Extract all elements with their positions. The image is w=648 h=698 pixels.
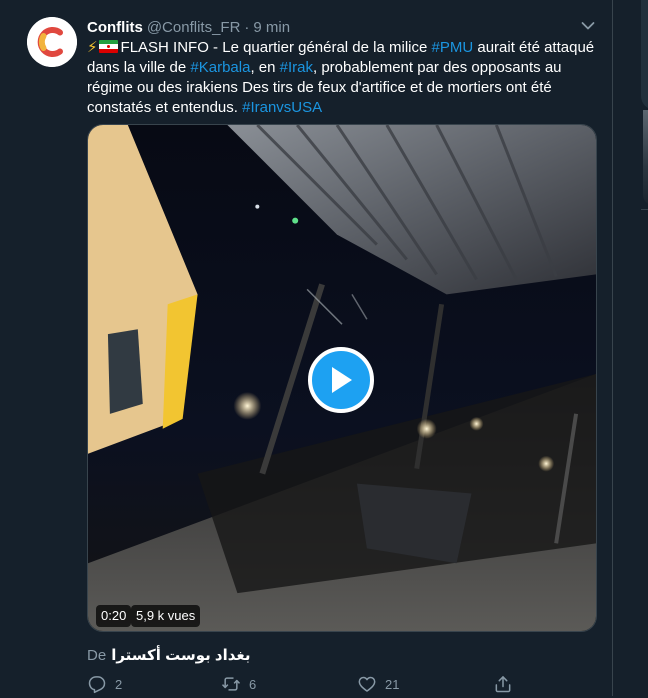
lightning-icon: ⚡ xyxy=(87,39,98,56)
like-button[interactable]: 21 xyxy=(357,674,399,694)
avatar[interactable] xyxy=(27,17,77,67)
video-views: 5,9 k vues xyxy=(131,605,201,627)
tweet-text: ⚡ FLASH INFO - Le quartier général de la … xyxy=(87,38,601,118)
author-name[interactable]: Conflits xyxy=(87,19,143,36)
hashtag-link[interactable]: #Karbala xyxy=(190,59,250,76)
tweet-timestamp[interactable]: 9 min xyxy=(253,19,290,36)
like-icon xyxy=(358,676,376,692)
tweet-header: Conflits @Conflits_FR · 9 min xyxy=(87,17,290,37)
reply-count: 2 xyxy=(115,676,123,692)
reply-button[interactable]: 2 xyxy=(87,674,122,694)
tweet-text-part: FLASH INFO - Le quartier général de la m… xyxy=(120,39,432,56)
video-duration: 0:20 xyxy=(96,605,132,627)
share-button[interactable] xyxy=(493,674,513,694)
hashtag-link[interactable]: #PMU xyxy=(432,39,474,56)
conflits-logo xyxy=(27,17,77,67)
attribution-source-link[interactable]: بغداد بوست أكسترا xyxy=(111,646,250,664)
separator-dot: · xyxy=(244,18,250,36)
play-button[interactable] xyxy=(308,347,374,413)
divider xyxy=(641,209,648,210)
trend-card[interactable] xyxy=(641,0,648,110)
retweet-icon xyxy=(221,677,241,691)
retweet-button[interactable]: 6 xyxy=(221,674,256,694)
reply-icon xyxy=(88,676,106,694)
author-handle[interactable]: @Conflits_FR xyxy=(147,19,241,36)
retweet-count: 6 xyxy=(249,676,257,692)
tweet-actions: 2 6 21 xyxy=(87,674,597,698)
tweet-text-part: , en xyxy=(250,59,280,76)
hashtag-link[interactable]: #IranvsUSA xyxy=(242,99,322,116)
share-icon xyxy=(495,676,511,693)
chevron-down-icon[interactable] xyxy=(578,18,598,34)
right-sidebar xyxy=(613,0,648,696)
attribution-label: De xyxy=(87,646,107,664)
play-icon xyxy=(332,367,352,393)
timeline-column: Conflits @Conflits_FR · 9 min ⚡ FLASH INF… xyxy=(0,0,613,696)
trend-thumbnail[interactable] xyxy=(643,110,648,205)
like-count: 21 xyxy=(385,676,400,692)
hashtag-link[interactable]: #Irak xyxy=(280,59,313,76)
iran-flag-icon xyxy=(98,40,118,53)
video-player[interactable]: 0:20 5,9 k vues xyxy=(87,124,597,632)
video-attribution: De بغداد بوست أكسترا xyxy=(87,645,251,665)
